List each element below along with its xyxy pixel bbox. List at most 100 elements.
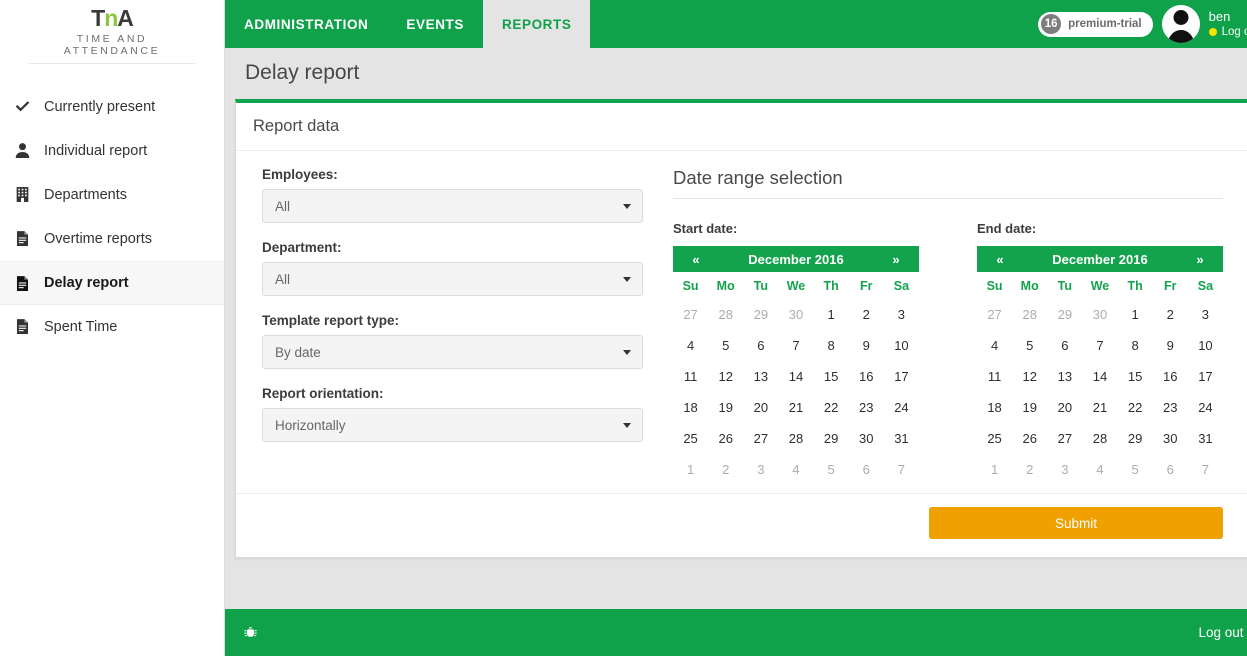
tab-reports[interactable]: REPORTS: [483, 0, 591, 48]
sidebar-item-spent-time[interactable]: Spent Time: [0, 305, 224, 349]
calendar-day-cell[interactable]: 22: [814, 392, 849, 423]
calendar-day-cell[interactable]: 30: [849, 423, 884, 454]
calendar-day-cell[interactable]: 4: [673, 330, 708, 361]
calendar-day-cell[interactable]: 13: [1047, 361, 1082, 392]
calendar-day-cell[interactable]: 8: [1118, 330, 1153, 361]
calendar-day-cell[interactable]: 29: [1118, 423, 1153, 454]
calendar-day-cell[interactable]: 27: [1047, 423, 1082, 454]
calendar-day-cell[interactable]: 5: [708, 330, 743, 361]
calendar-day-cell[interactable]: 18: [673, 392, 708, 423]
calendar-day-cell[interactable]: 6: [743, 330, 778, 361]
next-month-button[interactable]: »: [1187, 252, 1213, 267]
calendar-day-cell[interactable]: 26: [1012, 423, 1047, 454]
calendar-day-cell[interactable]: 29: [814, 423, 849, 454]
tab-events[interactable]: EVENTS: [387, 0, 483, 48]
calendar-day-cell[interactable]: 20: [1047, 392, 1082, 423]
calendar-day-cell[interactable]: 2: [1153, 299, 1188, 330]
calendar-day-cell[interactable]: 27: [743, 423, 778, 454]
calendar-day-cell[interactable]: 24: [884, 392, 919, 423]
sidebar-item-overtime-reports[interactable]: Overtime reports: [0, 217, 224, 261]
calendar-day-cell[interactable]: 25: [977, 423, 1012, 454]
calendar-day-cell[interactable]: 7: [778, 330, 813, 361]
calendar-day-cell[interactable]: 31: [1188, 423, 1223, 454]
avatar[interactable]: [1161, 5, 1200, 43]
prev-month-button[interactable]: «: [987, 252, 1013, 267]
sidebar-item-departments[interactable]: Departments: [0, 173, 224, 217]
calendar-day-cell[interactable]: 18: [977, 392, 1012, 423]
calendar-day-cell[interactable]: 9: [849, 330, 884, 361]
calendar-day-cell[interactable]: 5: [1118, 454, 1153, 485]
calendar-day-cell[interactable]: 15: [814, 361, 849, 392]
calendar-day-cell[interactable]: 30: [1082, 299, 1117, 330]
calendar-day-cell[interactable]: 30: [1153, 423, 1188, 454]
calendar-day-cell[interactable]: 3: [1188, 299, 1223, 330]
calendar-day-cell[interactable]: 4: [778, 454, 813, 485]
calendar-day-cell[interactable]: 19: [1012, 392, 1047, 423]
logout-button[interactable]: Log out: [1208, 25, 1247, 39]
submit-button[interactable]: Submit: [929, 507, 1223, 539]
brand-logo[interactable]: TnA TIME AND ATTENDANCE: [0, 0, 224, 73]
calendar-day-cell[interactable]: 30: [778, 299, 813, 330]
calendar-day-cell[interactable]: 6: [1153, 454, 1188, 485]
next-month-button[interactable]: »: [883, 252, 909, 267]
calendar-day-cell[interactable]: 9: [1153, 330, 1188, 361]
calendar-day-cell[interactable]: 3: [1047, 454, 1082, 485]
calendar-day-cell[interactable]: 28: [778, 423, 813, 454]
start-calendar-month[interactable]: December 2016: [709, 252, 883, 267]
calendar-day-cell[interactable]: 24: [1188, 392, 1223, 423]
calendar-day-cell[interactable]: 5: [814, 454, 849, 485]
calendar-day-cell[interactable]: 2: [1012, 454, 1047, 485]
calendar-day-cell[interactable]: 27: [977, 299, 1012, 330]
calendar-day-cell[interactable]: 3: [884, 299, 919, 330]
calendar-day-cell[interactable]: 4: [977, 330, 1012, 361]
calendar-day-cell[interactable]: 31: [884, 423, 919, 454]
calendar-day-cell[interactable]: 13: [743, 361, 778, 392]
department-select[interactable]: All: [262, 262, 643, 296]
bug-icon[interactable]: [243, 625, 258, 640]
calendar-day-cell[interactable]: 23: [1153, 392, 1188, 423]
tab-administration[interactable]: ADMINISTRATION: [225, 0, 387, 48]
calendar-day-cell[interactable]: 6: [849, 454, 884, 485]
calendar-day-cell[interactable]: 1: [1118, 299, 1153, 330]
plan-badge[interactable]: 16 premium-trial: [1038, 11, 1153, 37]
calendar-day-cell[interactable]: 19: [708, 392, 743, 423]
calendar-day-cell[interactable]: 20: [743, 392, 778, 423]
calendar-day-cell[interactable]: 12: [1012, 361, 1047, 392]
calendar-day-cell[interactable]: 28: [708, 299, 743, 330]
calendar-day-cell[interactable]: 14: [1082, 361, 1117, 392]
calendar-day-cell[interactable]: 22: [1118, 392, 1153, 423]
calendar-day-cell[interactable]: 5: [1012, 330, 1047, 361]
calendar-day-cell[interactable]: 3: [743, 454, 778, 485]
template-report-type-select[interactable]: By date: [262, 335, 643, 369]
calendar-day-cell[interactable]: 27: [673, 299, 708, 330]
sidebar-item-currently-present[interactable]: Currently present: [0, 85, 224, 129]
calendar-day-cell[interactable]: 6: [1047, 330, 1082, 361]
calendar-day-cell[interactable]: 1: [673, 454, 708, 485]
sidebar-item-individual-report[interactable]: Individual report: [0, 129, 224, 173]
calendar-day-cell[interactable]: 26: [708, 423, 743, 454]
calendar-day-cell[interactable]: 16: [1153, 361, 1188, 392]
calendar-day-cell[interactable]: 16: [849, 361, 884, 392]
calendar-day-cell[interactable]: 25: [673, 423, 708, 454]
calendar-day-cell[interactable]: 8: [814, 330, 849, 361]
calendar-day-cell[interactable]: 28: [1012, 299, 1047, 330]
calendar-day-cell[interactable]: 2: [708, 454, 743, 485]
calendar-day-cell[interactable]: 14: [778, 361, 813, 392]
calendar-day-cell[interactable]: 29: [743, 299, 778, 330]
calendar-day-cell[interactable]: 21: [778, 392, 813, 423]
calendar-day-cell[interactable]: 29: [1047, 299, 1082, 330]
calendar-day-cell[interactable]: 11: [977, 361, 1012, 392]
calendar-day-cell[interactable]: 11: [673, 361, 708, 392]
calendar-day-cell[interactable]: 2: [849, 299, 884, 330]
calendar-day-cell[interactable]: 23: [849, 392, 884, 423]
calendar-day-cell[interactable]: 7: [1188, 454, 1223, 485]
sidebar-item-delay-report[interactable]: Delay report: [0, 261, 224, 305]
calendar-day-cell[interactable]: 10: [1188, 330, 1223, 361]
calendar-day-cell[interactable]: 1: [977, 454, 1012, 485]
calendar-day-cell[interactable]: 15: [1118, 361, 1153, 392]
footer-logout-button[interactable]: Log out »: [1198, 625, 1247, 640]
employees-select[interactable]: All: [262, 189, 643, 223]
prev-month-button[interactable]: «: [683, 252, 709, 267]
end-calendar-month[interactable]: December 2016: [1013, 252, 1187, 267]
calendar-day-cell[interactable]: 7: [1082, 330, 1117, 361]
